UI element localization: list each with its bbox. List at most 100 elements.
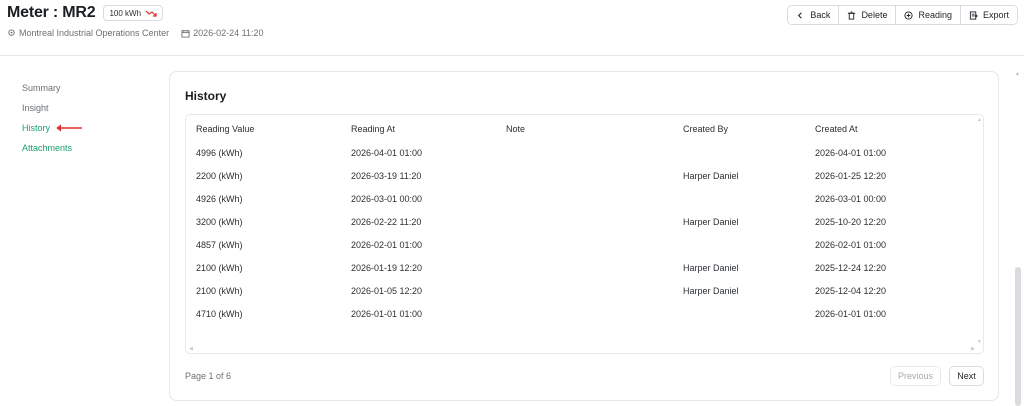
cell-reading-at: 2026-03-19 11:20 [351, 170, 422, 181]
back-button[interactable]: Back [788, 6, 840, 24]
nav-item-summary[interactable]: Summary [22, 78, 142, 98]
table-horizontal-scrollbar[interactable]: ◀ ▶ [186, 346, 978, 353]
cell-note [496, 141, 673, 164]
history-table-container: Reading Value Reading At Note Created By… [185, 114, 984, 354]
cell-created-by: Harper Daniel [683, 216, 739, 227]
column-reading-at[interactable]: Reading At [341, 115, 496, 141]
cell-reading-at: 2026-01-19 12:20 [351, 262, 423, 273]
column-created-at[interactable]: Created At [805, 115, 978, 141]
scroll-down-icon[interactable]: ▼ [977, 339, 982, 345]
nav-item-history[interactable]: History [22, 118, 142, 138]
column-reading-value[interactable]: Reading Value [186, 115, 341, 141]
cell-created-at: 2026-03-01 00:00 [815, 193, 887, 204]
title-row: Meter : MR2 100 kWh [7, 4, 164, 22]
table-row[interactable]: 4926 (kWh) 2026-03-01 00:00 2026-03-01 0… [186, 187, 978, 210]
cell-created-by [673, 187, 805, 210]
table-row[interactable]: 2100 (kWh) 2026-01-05 12:20 Harper Danie… [186, 279, 978, 302]
cell-reading-at: 2026-01-01 01:00 [351, 308, 423, 319]
cell-reading-at: 2026-01-05 12:20 [351, 285, 423, 296]
trash-icon [848, 10, 856, 20]
cell-reading-at: 2026-03-01 00:00 [351, 193, 423, 204]
page-scroll-thumb[interactable] [1015, 267, 1021, 406]
cell-reading-at: 2026-04-01 01:00 [351, 147, 423, 158]
export-icon [969, 10, 978, 20]
table-row[interactable]: 4996 (kWh) 2026-04-01 01:00 2026-04-01 0… [186, 141, 978, 164]
cell-created-by: Harper Daniel [683, 285, 739, 296]
cell-created-by: Harper Daniel [683, 262, 739, 273]
badge-value: 100 kWh [109, 8, 142, 18]
table-header-row: Reading Value Reading At Note Created By… [186, 115, 978, 141]
cell-note [496, 187, 673, 210]
cell-reading-value: 2100 (kWh) [196, 285, 243, 296]
page-indicator: Page 1 of 6 [185, 371, 232, 381]
cell-reading-value: 2100 (kWh) [196, 262, 243, 273]
cell-created-at: 2025-12-24 12:20 [815, 262, 887, 273]
cell-note [496, 302, 673, 325]
export-button[interactable]: Export [960, 6, 1017, 24]
cell-created-at: 2026-02-01 01:00 [815, 239, 887, 250]
datetime-text: 2026-02-24 11:20 [193, 28, 264, 38]
trend-down-icon [145, 10, 157, 17]
meta-row: Montreal Industrial Operations Center 20… [7, 28, 275, 38]
table-row[interactable]: 4710 (kWh) 2026-01-01 01:00 2026-01-01 0… [186, 302, 978, 325]
scroll-left-icon[interactable]: ◀ [189, 346, 193, 352]
table-row[interactable]: 4857 (kWh) 2026-02-01 01:00 2026-02-01 0… [186, 233, 978, 256]
export-label: Export [982, 10, 1009, 20]
cell-created-at: 2025-10-20 12:20 [815, 216, 887, 227]
action-toolbar: Back Delete Reading Export [787, 5, 1018, 25]
cell-reading-value: 2200 (kWh) [196, 170, 243, 181]
location-meta: Montreal Industrial Operations Center [7, 28, 169, 38]
side-nav: Summary Insight History Attachments [22, 78, 142, 158]
table-row[interactable]: 2100 (kWh) 2026-01-19 12:20 Harper Danie… [186, 256, 978, 279]
cell-note [496, 233, 673, 256]
cell-created-by [673, 302, 805, 325]
location-pin-icon [8, 28, 15, 36]
column-created-by[interactable]: Created By [673, 115, 805, 141]
chevron-left-icon [798, 11, 803, 19]
reading-label: Reading [918, 10, 952, 20]
cell-note [496, 164, 673, 187]
cell-reading-at: 2026-02-01 01:00 [351, 239, 423, 250]
scroll-up-icon[interactable]: ▲ [977, 117, 982, 123]
plus-circle-icon [904, 10, 914, 20]
nav-label-summary: Summary [22, 83, 61, 93]
datetime-meta: 2026-02-24 11:20 [181, 28, 263, 38]
next-page-button[interactable]: Next [949, 366, 984, 386]
history-card: History Reading Value Reading At Note Cr… [169, 71, 999, 401]
page-scrollbar[interactable]: ▲ [1014, 71, 1022, 406]
cell-note [496, 279, 673, 302]
column-note[interactable]: Note [496, 115, 673, 141]
table-row[interactable]: 2200 (kWh) 2026-03-19 11:20 Harper Danie… [186, 164, 978, 187]
cell-reading-value: 3200 (kWh) [196, 216, 243, 227]
cell-note [496, 256, 673, 279]
annotation-arrow-icon [56, 124, 83, 132]
delete-label: Delete [861, 10, 888, 20]
page-title: Meter : MR2 [7, 4, 96, 21]
history-table: Reading Value Reading At Note Created By… [186, 115, 978, 325]
page-scroll-up-icon[interactable]: ▲ [1015, 71, 1020, 77]
cell-reading-value: 4926 (kWh) [196, 193, 243, 204]
previous-page-button[interactable]: Previous [890, 366, 941, 386]
location-text: Montreal Industrial Operations Center [19, 28, 170, 38]
reading-button[interactable]: Reading [896, 6, 961, 24]
back-label: Back [810, 10, 831, 20]
cell-created-at: 2025-12-04 12:20 [815, 285, 887, 296]
cell-created-at: 2026-04-01 01:00 [815, 147, 887, 158]
cell-note [496, 210, 673, 233]
nav-item-insight[interactable]: Insight [22, 98, 142, 118]
cell-reading-value: 4710 (kWh) [196, 308, 243, 319]
table-row[interactable]: 3200 (kWh) 2026-02-22 11:20 Harper Danie… [186, 210, 978, 233]
nav-label-insight: Insight [22, 103, 49, 113]
cell-created-at: 2026-01-25 12:20 [815, 170, 887, 181]
cell-reading-value: 4996 (kWh) [196, 147, 243, 158]
scroll-right-icon[interactable]: ▶ [971, 346, 975, 352]
cell-reading-value: 4857 (kWh) [196, 239, 243, 250]
nav-item-attachments[interactable]: Attachments [22, 138, 142, 158]
cell-reading-at: 2026-02-22 11:20 [351, 216, 422, 227]
table-vertical-scrollbar[interactable]: ▲ ▼ [976, 115, 983, 353]
consumption-badge: 100 kWh [103, 5, 164, 21]
nav-label-attachments: Attachments [22, 143, 73, 153]
delete-button[interactable]: Delete [839, 6, 897, 24]
cell-created-at: 2026-01-01 01:00 [815, 308, 887, 319]
history-title: History [185, 89, 227, 103]
